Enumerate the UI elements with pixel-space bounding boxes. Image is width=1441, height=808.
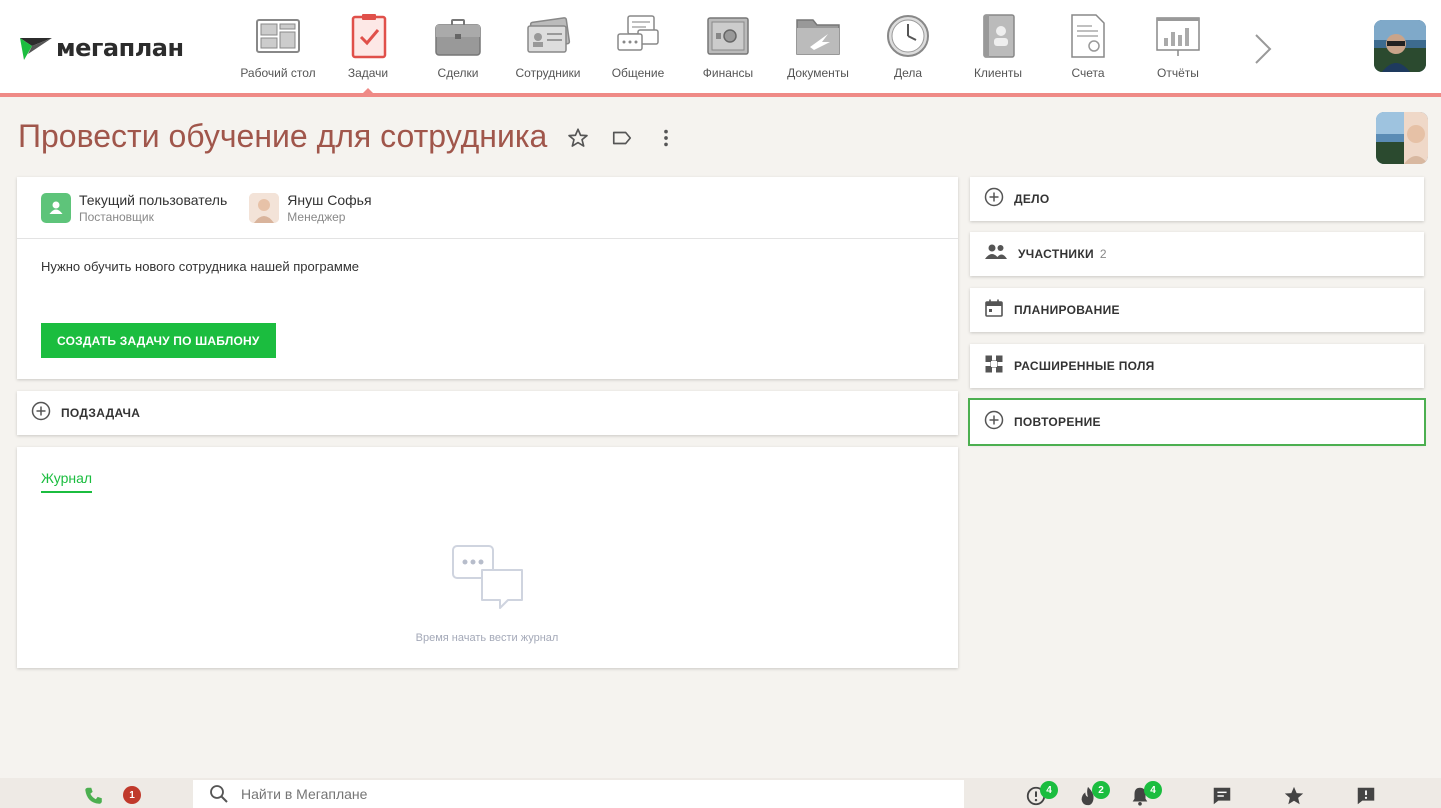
more-vertical-icon[interactable] xyxy=(654,126,678,150)
plus-circle-icon xyxy=(984,410,1004,435)
nav-item-tasks[interactable]: Задачи xyxy=(323,12,413,94)
messages-icon[interactable] xyxy=(1210,784,1234,808)
add-subtask-row[interactable]: ПОДЗАДАЧА xyxy=(17,391,958,435)
person-role: Постановщик xyxy=(79,210,154,224)
employees-icon xyxy=(527,17,571,53)
notifications-badge: 4 xyxy=(1144,781,1162,799)
sidebar-item-affair[interactable]: ДЕЛО xyxy=(970,177,1424,221)
sidebar-item-participants[interactable]: УЧАСТНИКИ 2 xyxy=(970,232,1424,276)
report-chart-icon xyxy=(1156,17,1200,56)
nav-label: Рабочий стол xyxy=(240,66,316,80)
extended-fields-icon xyxy=(984,354,1004,379)
nav-label: Общение xyxy=(611,66,665,80)
hot-badge: 2 xyxy=(1092,781,1110,799)
nav-label: Дела xyxy=(893,66,923,80)
alerts-badge: 4 xyxy=(1040,781,1058,799)
sidebar-item-label: УЧАСТНИКИ xyxy=(1018,247,1094,261)
nav-label: Клиенты xyxy=(973,66,1023,80)
nav-item-communication[interactable]: Общение xyxy=(593,12,683,80)
nav-label: Сделки xyxy=(437,66,479,80)
desktop-icon xyxy=(256,19,300,53)
sidebar-item-label: РАСШИРЕННЫЕ ПОЛЯ xyxy=(1014,359,1155,373)
user-avatar[interactable] xyxy=(1374,20,1426,72)
person-owner[interactable]: Текущий пользователь Постановщик xyxy=(41,192,227,238)
person-name: Текущий пользователь xyxy=(79,192,228,208)
star-icon[interactable] xyxy=(566,126,590,150)
tasks-icon xyxy=(351,14,387,59)
task-description: Нужно обучить нового сотрудника нашей пр… xyxy=(41,259,359,274)
nav-item-employees[interactable]: Сотрудники xyxy=(503,12,593,80)
nav-next-arrow-icon[interactable] xyxy=(1250,32,1276,66)
sidebar-item-extended-fields[interactable]: РАСШИРЕННЫЕ ПОЛЯ xyxy=(970,344,1424,388)
safe-icon xyxy=(707,17,749,55)
participant-avatar[interactable] xyxy=(1376,112,1428,164)
chat-icon xyxy=(617,15,659,51)
main-nav: Рабочий стол Задачи Сделки Сотрудники Об… xyxy=(233,12,1223,94)
journal-empty-text: Время начать вести журнал xyxy=(415,632,559,644)
nav-label: Счета xyxy=(1071,66,1105,80)
nav-item-invoices[interactable]: Счета xyxy=(1043,12,1133,80)
nav-label: Задачи xyxy=(347,66,389,80)
nav-item-documents[interactable]: Документы xyxy=(773,12,863,80)
sidebar-item-planning[interactable]: ПЛАНИРОВАНИЕ xyxy=(970,288,1424,332)
task-people: Текущий пользователь Постановщик Януш Со… xyxy=(17,177,958,239)
logo-text: мегаплан xyxy=(56,34,184,62)
create-from-template-button[interactable]: СОЗДАТЬ ЗАДАЧУ ПО ШАБЛОНУ xyxy=(41,323,276,358)
nav-label: Отчёты xyxy=(1157,66,1199,80)
people-icon xyxy=(984,242,1008,267)
nav-item-deals[interactable]: Сделки xyxy=(413,12,503,80)
page-title: Провести обучение для сотрудника xyxy=(18,118,548,154)
task-main-card: Текущий пользователь Постановщик Януш Со… xyxy=(17,177,958,379)
plus-circle-icon xyxy=(31,401,51,426)
tab-journal[interactable]: Журнал xyxy=(41,470,93,493)
subtask-label: ПОДЗАДАЧА xyxy=(61,406,141,420)
global-search xyxy=(193,780,964,808)
briefcase-icon xyxy=(435,19,481,56)
title-actions xyxy=(566,126,678,150)
nav-label: Финансы xyxy=(702,66,754,80)
search-icon xyxy=(209,784,229,804)
tag-icon[interactable] xyxy=(610,126,634,150)
calendar-icon xyxy=(984,298,1004,323)
journal-card: Журнал Время начать вести журнал xyxy=(17,447,958,668)
missed-calls-badge: 1 xyxy=(123,786,141,804)
nav-item-reports[interactable]: Отчёты xyxy=(1133,12,1223,80)
plus-circle-icon xyxy=(984,187,1004,212)
sidebar-item-label: ПЛАНИРОВАНИЕ xyxy=(1014,303,1120,317)
sidebar-item-label: ПОВТОРЕНИЕ xyxy=(1014,415,1101,429)
favorites-star-icon[interactable] xyxy=(1282,784,1306,808)
feedback-icon[interactable] xyxy=(1354,784,1378,808)
nav-item-clients[interactable]: Клиенты xyxy=(953,12,1043,80)
megaplan-logo[interactable]: мегаплан xyxy=(18,34,184,62)
search-input[interactable] xyxy=(241,786,841,802)
nav-label: Документы xyxy=(787,66,849,80)
participants-count: 2 xyxy=(1099,247,1107,261)
nav-item-finance[interactable]: Финансы xyxy=(683,12,773,80)
user-placeholder-icon xyxy=(41,193,71,223)
nav-label: Сотрудники xyxy=(515,66,581,80)
person-role: Менеджер xyxy=(287,210,346,224)
sidebar-item-label: ДЕЛО xyxy=(1014,192,1050,206)
sidebar-item-repeat[interactable]: ПОВТОРЕНИЕ xyxy=(970,400,1424,444)
person-name: Януш Софья xyxy=(287,192,372,208)
paper-plane-logo-icon xyxy=(20,38,52,60)
clock-icon xyxy=(887,15,929,57)
phone-icon[interactable] xyxy=(82,784,106,808)
contacts-book-icon xyxy=(983,14,1015,58)
person-avatar xyxy=(249,193,280,223)
top-navigation-bar: мегаплан Рабочий стол Задачи Сделки Сотр… xyxy=(0,0,1441,97)
empty-chat-icon xyxy=(452,545,524,620)
nav-item-affairs[interactable]: Дела xyxy=(863,12,953,80)
nav-item-desktop[interactable]: Рабочий стол xyxy=(233,12,323,80)
person-manager[interactable]: Януш Софья Менеджер xyxy=(249,192,372,238)
folder-icon xyxy=(796,19,840,55)
invoice-icon xyxy=(1071,14,1105,58)
